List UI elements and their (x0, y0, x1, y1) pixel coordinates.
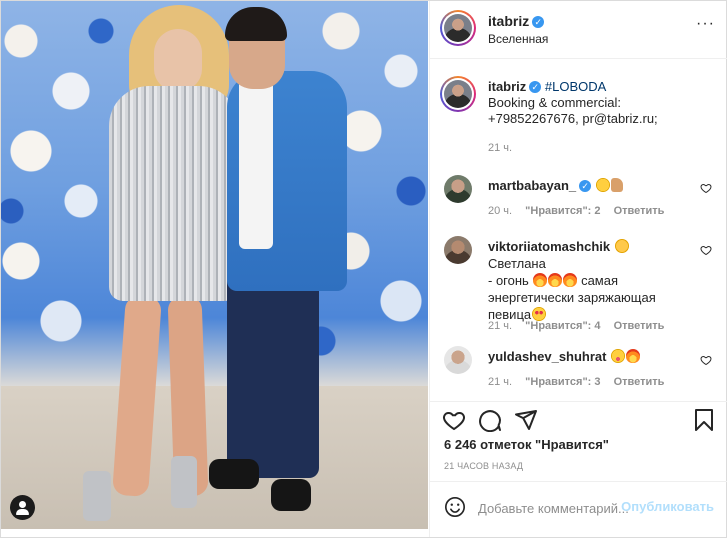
heart-icon[interactable] (700, 354, 712, 366)
instagram-post: itabriz ✓ Вселенная ··· itabriz ✓ #LOBODA … (0, 0, 727, 538)
post-header: itabriz ✓ Вселенная ··· (430, 1, 727, 59)
caption-line-2: +79852267676, pr@tabriz.ru; (488, 111, 658, 126)
comment-text-part: самая (581, 273, 618, 288)
author-username[interactable]: itabriz (488, 13, 529, 29)
comment-time: 20 ч. (488, 205, 513, 217)
woman-dress (109, 86, 239, 301)
verified-badge-icon: ✓ (532, 16, 545, 28)
comment-text: yuldashev_shuhrat (488, 348, 684, 365)
thumbs-up-emoji-icon (610, 178, 623, 192)
post-location[interactable]: Вселенная (488, 32, 548, 46)
comment-text: martbabayan_ ✓ (488, 177, 684, 194)
fire-emoji-icon (626, 349, 641, 363)
add-comment-bar: Опубликовать (430, 481, 727, 537)
caption-avatar[interactable] (440, 76, 476, 112)
woman-shoe (83, 471, 111, 521)
comment-bubble-icon[interactable] (478, 408, 502, 432)
comments-list: itabriz ✓ #LOBODA Booking & commercial: +… (430, 60, 727, 400)
woman-shoe (171, 456, 197, 508)
emoji-icon[interactable] (444, 496, 466, 518)
man-shirt (239, 79, 273, 249)
caption-username[interactable]: itabriz (488, 79, 526, 94)
post-side-panel: itabriz ✓ Вселенная ··· itabriz ✓ #LOBODA … (429, 1, 727, 537)
comment-likes[interactable]: "Нравится": 2 (525, 205, 600, 217)
comment-meta: 21 ч. "Нравится": 4 Ответить (488, 320, 674, 332)
woman-face (154, 29, 202, 91)
comment-username[interactable]: martbabayan_ (488, 178, 576, 193)
caption-time: 21 ч. (488, 142, 513, 154)
heart-eyes-emoji-icon (532, 307, 547, 321)
man-shoe (271, 479, 311, 511)
verified-badge-icon: ✓ (529, 81, 542, 93)
comment-text-part: энергетически заряжающая (488, 290, 656, 305)
post-timestamp: 21 ЧАСОВ НАЗАД (444, 461, 524, 471)
reply-button[interactable]: Ответить (614, 320, 665, 332)
comment-meta: 20 ч. "Нравится": 2 Ответить (488, 205, 674, 217)
comment-meta: 21 ч. "Нравится": 3 Ответить (488, 376, 674, 388)
heart-icon[interactable] (700, 244, 712, 256)
heart-icon[interactable] (700, 182, 712, 194)
commenter-avatar[interactable] (444, 346, 472, 374)
tongue-face-emoji-icon (611, 349, 626, 363)
comment-text-part: - огонь (488, 273, 529, 288)
floor (1, 386, 428, 529)
smiling-face-emoji-icon (595, 178, 610, 192)
user-tag-icon[interactable] (10, 495, 35, 520)
comment-likes[interactable]: "Нравится": 4 (525, 320, 600, 332)
likes-count[interactable]: 6 246 отметок "Нравится" (444, 437, 609, 452)
commenter-avatar[interactable] (444, 175, 472, 203)
fire-emoji-icon (563, 273, 578, 287)
comment-username[interactable]: viktoriiatomashchik (488, 239, 610, 254)
comment-username[interactable]: yuldashev_shuhrat (488, 349, 607, 364)
fire-emoji-icon (533, 273, 548, 287)
clapping-hands-emoji-icon (614, 239, 629, 253)
publish-comment-button[interactable]: Опубликовать (621, 499, 714, 514)
caption-line-1: Booking & commercial: (488, 95, 621, 110)
man-hair (225, 7, 287, 41)
author-name-row: itabriz ✓ (488, 13, 545, 29)
bookmark-icon[interactable] (692, 408, 716, 432)
caption-hashtag[interactable]: #LOBODA (545, 79, 606, 94)
fire-emoji-icon (548, 273, 563, 287)
paper-plane-icon[interactable] (514, 408, 538, 432)
comment-time: 21 ч. (488, 376, 513, 388)
reply-button[interactable]: Ответить (614, 376, 665, 388)
comment-text: viktoriiatomashchik Светлана - огонь сам… (488, 238, 684, 323)
commenter-avatar[interactable] (444, 236, 472, 264)
comment-text-part: Светлана (488, 256, 546, 271)
comment-time: 21 ч. (488, 320, 513, 332)
post-actions (430, 401, 727, 437)
post-photo[interactable] (1, 1, 428, 529)
verified-badge-icon: ✓ (579, 180, 592, 192)
heart-icon[interactable] (442, 408, 466, 432)
more-options-icon[interactable]: ··· (696, 16, 716, 35)
author-avatar[interactable] (440, 10, 476, 46)
post-caption: itabriz ✓ #LOBODA Booking & commercial: +… (488, 79, 718, 127)
man-trousers (227, 263, 319, 478)
comment-likes[interactable]: "Нравится": 3 (525, 376, 600, 388)
reply-button[interactable]: Ответить (614, 205, 665, 217)
man-shoe (209, 459, 259, 489)
